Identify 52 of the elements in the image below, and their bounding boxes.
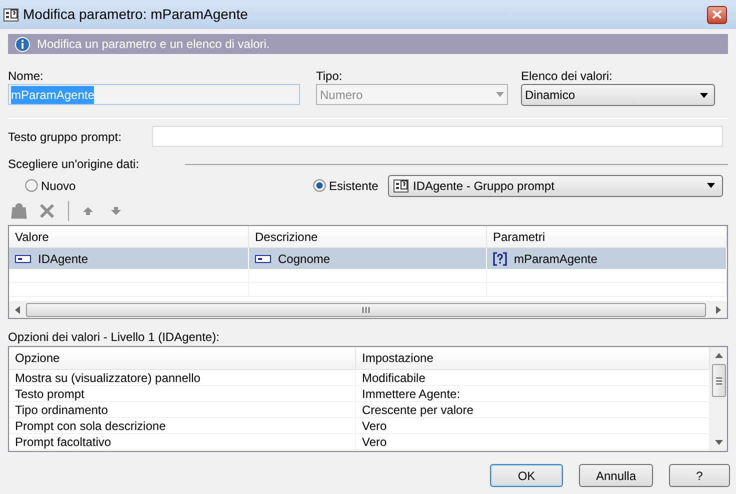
- table-cell: Prompt facoltativo: [9, 434, 356, 449]
- table-cell: mParamAgente: [487, 248, 727, 269]
- field-icon: [255, 254, 271, 262]
- grip-icon: [362, 306, 370, 312]
- radio-option[interactable]: Nuovo: [25, 176, 313, 194]
- caret-icon: [707, 183, 715, 188]
- parameter-icon: [493, 252, 507, 266]
- field-label: Nome:: [8, 68, 44, 82]
- field-label: Elenco dei valori:: [521, 68, 614, 82]
- table-cell: Prompt con sola descrizione: [9, 418, 356, 433]
- bag-icon: [10, 202, 28, 220]
- table-row[interactable]: IDAgente Cognome mParamAgente: [9, 248, 727, 269]
- dialog-button[interactable]: OK: [490, 464, 563, 487]
- dialog-icon: [393, 178, 409, 194]
- field-label: Testo gruppo prompt:: [8, 128, 122, 146]
- close-icon: [712, 10, 722, 19]
- column-header[interactable]: Descrizione: [249, 226, 487, 247]
- prompt-group-field[interactable]: [152, 126, 723, 147]
- delete-icon: [38, 202, 56, 220]
- grip-icon: [716, 376, 722, 384]
- radio-icon: [313, 179, 326, 192]
- table-cell: Testo prompt: [9, 386, 356, 401]
- dialog-icon: [3, 6, 19, 22]
- field-label: Tipo:: [316, 68, 344, 82]
- dialog-button[interactable]: Annulla: [579, 464, 653, 487]
- table-cell: IDAgente: [9, 248, 249, 269]
- column-header[interactable]: Valore: [9, 226, 249, 247]
- horizontal-scrollbar[interactable]: [9, 301, 727, 318]
- values-list-dropdown[interactable]: Dinamico: [521, 84, 715, 106]
- radio-icon: [25, 179, 38, 192]
- info-icon: [15, 36, 30, 52]
- table-cell: Cognome: [249, 248, 487, 269]
- arrow-left-icon[interactable]: [15, 306, 20, 314]
- info-message: Modifica un parametro e un elenco di valori.: [37, 36, 270, 53]
- arrow-down-icon[interactable]: [714, 440, 722, 445]
- table-cell: Tipo ordinamento: [9, 402, 356, 417]
- dialog-button[interactable]: ?: [669, 464, 730, 487]
- window-title: Modifica parametro: mParamAgente: [23, 5, 248, 24]
- column-header[interactable]: Opzione: [9, 347, 356, 369]
- section-label: Opzioni dei valori - Livello 1 (IDAgente):: [7, 329, 220, 343]
- field-icon: [15, 254, 31, 262]
- source-dropdown[interactable]: IDAgente - Gruppo prompt: [388, 174, 723, 196]
- vertical-scrollbar[interactable]: [710, 347, 727, 451]
- caret-icon: [496, 92, 504, 97]
- radio-option[interactable]: Esistente: [313, 176, 388, 194]
- table-cell: Mostra su (visualizzatore) pannello: [9, 370, 356, 385]
- caret-icon: [700, 92, 708, 98]
- column-header[interactable]: Parametri: [487, 226, 727, 247]
- arrow-up-icon[interactable]: [714, 353, 722, 358]
- section-label: Scegliere un'origine dati:: [8, 156, 140, 173]
- arrow-right-icon[interactable]: [716, 306, 721, 314]
- close-button[interactable]: [707, 6, 727, 24]
